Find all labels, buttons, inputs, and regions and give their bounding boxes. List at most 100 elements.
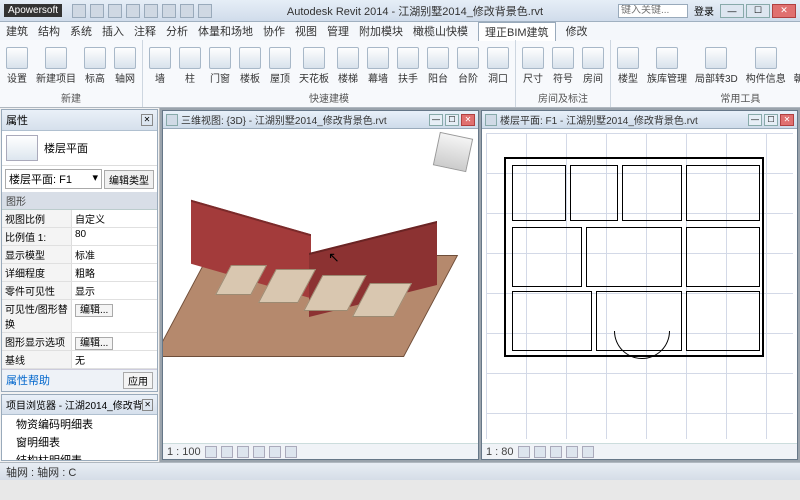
view-control-icon[interactable]: [205, 446, 217, 458]
qat-icon[interactable]: [162, 4, 176, 18]
qat-icon[interactable]: [126, 4, 140, 18]
properties-help-link[interactable]: 属性帮助: [6, 372, 50, 389]
qat-icon[interactable]: [90, 4, 104, 18]
edit-type-button[interactable]: 编辑类型: [104, 170, 154, 189]
qat-icon[interactable]: [108, 4, 122, 18]
type-selector[interactable]: 楼层平面: [2, 131, 157, 166]
prop-value[interactable]: 显示: [72, 282, 157, 299]
scale-label[interactable]: 1 : 100: [167, 446, 201, 458]
prop-value[interactable]: 无: [72, 351, 157, 368]
settings-button[interactable]: 设置: [4, 46, 30, 86]
close-button[interactable]: ✕: [461, 114, 475, 126]
property-category: 图形: [2, 192, 157, 210]
minimize-button[interactable]: —: [429, 114, 443, 126]
qat-icon[interactable]: [180, 4, 194, 18]
dimension-icon: [522, 47, 544, 69]
tree-item[interactable]: 窗明细表: [2, 433, 157, 451]
view-control-icon[interactable]: [518, 446, 530, 458]
scale-label[interactable]: 1 : 80: [486, 446, 514, 458]
edit-button[interactable]: 编辑...: [75, 337, 113, 350]
minimize-button[interactable]: —: [748, 114, 762, 126]
tab[interactable]: 结构: [38, 23, 60, 39]
model-button[interactable]: 楼型: [615, 46, 641, 86]
tab[interactable]: 附加模块: [359, 23, 403, 39]
ribbon-group-tools: 楼型 族库管理 局部转3D 构件信息 朝北显示 帮助 常用工具: [611, 40, 800, 107]
room-button[interactable]: 房间: [580, 46, 606, 86]
minimize-button[interactable]: —: [720, 4, 744, 18]
view-control-icon[interactable]: [221, 446, 233, 458]
tree-item[interactable]: 物资编码明细表: [2, 415, 157, 433]
view-control-icon[interactable]: [237, 446, 249, 458]
north-button[interactable]: 朝北显示: [792, 46, 800, 86]
view-control-icon[interactable]: [534, 446, 546, 458]
ribbon-group-new: 设置 新建项目 标高 轴网 新建: [0, 40, 143, 107]
type-label: 楼层平面: [44, 140, 88, 156]
tab[interactable]: 修改: [566, 23, 588, 39]
maximize-button[interactable]: ☐: [764, 114, 778, 126]
prop-value[interactable]: 80: [72, 228, 157, 245]
apply-button[interactable]: 应用: [123, 372, 153, 389]
step-button[interactable]: 台阶: [455, 46, 481, 86]
close-icon[interactable]: ✕: [141, 114, 153, 126]
view-control-icon[interactable]: [269, 446, 281, 458]
local3d-button[interactable]: 局部转3D: [693, 46, 740, 86]
statusbar: 轴网 : 轴网 : C: [0, 462, 800, 480]
wall-button[interactable]: 墙: [147, 46, 173, 86]
instance-dropdown[interactable]: 楼层平面: F1▾: [5, 169, 102, 189]
column-button[interactable]: 柱: [177, 46, 203, 86]
close-icon[interactable]: ✕: [142, 399, 153, 411]
opening-button[interactable]: 洞口: [485, 46, 511, 86]
dimension-button[interactable]: 尺寸: [520, 46, 546, 86]
tab-active[interactable]: 理正BIM建筑: [478, 22, 556, 41]
family-icon: [656, 47, 678, 69]
symbol-button[interactable]: 符号: [550, 46, 576, 86]
ribbon-group-label: 房间及标注: [520, 89, 606, 105]
search-input[interactable]: [618, 4, 688, 18]
tab[interactable]: 系统: [70, 23, 92, 39]
railing-button[interactable]: 扶手: [395, 46, 421, 86]
view-control-icon[interactable]: [285, 446, 297, 458]
tab[interactable]: 管理: [327, 23, 349, 39]
qat-icon[interactable]: [144, 4, 158, 18]
qat-icon[interactable]: [198, 4, 212, 18]
tab[interactable]: 插入: [102, 23, 124, 39]
view-control-icon[interactable]: [550, 446, 562, 458]
ceiling-button[interactable]: 天花板: [297, 46, 331, 86]
tab[interactable]: 橄榄山快模: [413, 23, 468, 39]
balcony-button[interactable]: 阳台: [425, 46, 451, 86]
watermark-brand: Apowersoft: [4, 4, 62, 17]
canvas-3d[interactable]: ↖: [163, 129, 478, 443]
tab[interactable]: 注释: [134, 23, 156, 39]
tab[interactable]: 分析: [166, 23, 188, 39]
tab[interactable]: 建筑: [6, 23, 28, 39]
tab[interactable]: 协作: [263, 23, 285, 39]
viewcube[interactable]: [433, 132, 473, 172]
prop-value[interactable]: 粗略: [72, 264, 157, 281]
curtain-button[interactable]: 幕墙: [365, 46, 391, 86]
view-control-icon[interactable]: [566, 446, 578, 458]
canvas-2d[interactable]: [482, 129, 797, 443]
family-button[interactable]: 族库管理: [645, 46, 689, 86]
tab[interactable]: 体量和场地: [198, 23, 253, 39]
close-button[interactable]: ✕: [780, 114, 794, 126]
tab[interactable]: 视图: [295, 23, 317, 39]
view-control-icon[interactable]: [253, 446, 265, 458]
new-project-button[interactable]: 新建项目: [34, 46, 78, 86]
level-button[interactable]: 标高: [82, 46, 108, 86]
maximize-button[interactable]: ☐: [445, 114, 459, 126]
tree-item[interactable]: 结构柱明细表: [2, 451, 157, 461]
view-control-icon[interactable]: [582, 446, 594, 458]
qat-icon[interactable]: [72, 4, 86, 18]
roof-button[interactable]: 屋顶: [267, 46, 293, 86]
login-link[interactable]: 登录: [694, 3, 714, 18]
prop-value[interactable]: 标准: [72, 246, 157, 263]
close-button[interactable]: ✕: [772, 4, 796, 18]
grid-button[interactable]: 轴网: [112, 46, 138, 86]
stair-button[interactable]: 楼梯: [335, 46, 361, 86]
prop-value[interactable]: 自定义: [72, 210, 157, 227]
door-window-button[interactable]: 门窗: [207, 46, 233, 86]
edit-button[interactable]: 编辑...: [75, 304, 113, 317]
maximize-button[interactable]: ☐: [746, 4, 770, 18]
info-button[interactable]: 构件信息: [744, 46, 788, 86]
floor-button[interactable]: 楼板: [237, 46, 263, 86]
